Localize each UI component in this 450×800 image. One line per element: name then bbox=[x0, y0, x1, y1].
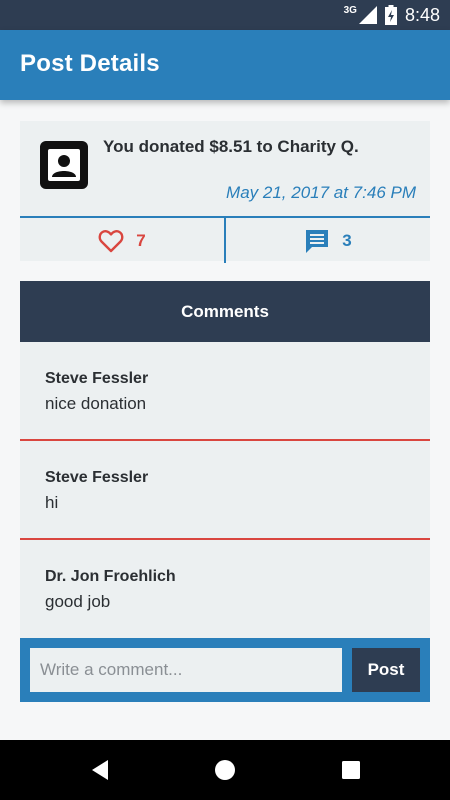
comment-text: nice donation bbox=[45, 394, 147, 413]
comment-icon bbox=[306, 229, 329, 253]
heart-icon bbox=[98, 229, 124, 252]
post-actions: 7 3 bbox=[20, 216, 430, 263]
comment-count: 3 bbox=[342, 230, 352, 250]
person-icon bbox=[48, 149, 80, 181]
comment-item: Dr. Jon Froehlich good job bbox=[20, 540, 430, 637]
page-title: Post Details bbox=[20, 50, 160, 77]
like-button[interactable]: 7 bbox=[20, 218, 224, 263]
comment-composer: Post bbox=[20, 638, 430, 702]
post-button[interactable]: Post bbox=[352, 648, 420, 692]
status-bar: 3G 8:48 bbox=[0, 0, 450, 30]
comment-author: Dr. Jon Froehlich bbox=[45, 568, 176, 585]
home-icon[interactable] bbox=[213, 758, 237, 782]
battery-icon bbox=[384, 5, 397, 25]
recents-icon[interactable] bbox=[339, 758, 363, 782]
back-icon[interactable] bbox=[88, 758, 112, 782]
comment-author: Steve Fessler bbox=[45, 370, 149, 387]
post-timestamp: May 21, 2017 at 7:46 PM bbox=[226, 183, 416, 202]
comments-header: Comments bbox=[20, 281, 430, 342]
post-text: You donated $8.51 to Charity Q. bbox=[103, 137, 359, 156]
post-card: You donated $8.51 to Charity Q. May 21, … bbox=[20, 121, 430, 263]
avatar bbox=[40, 141, 88, 189]
comment-item: Steve Fessler nice donation bbox=[20, 342, 430, 441]
comment-item: Steve Fessler hi bbox=[20, 441, 430, 540]
status-icons: 3G 8:48 bbox=[344, 0, 440, 30]
status-time: 8:48 bbox=[404, 4, 440, 25]
comment-text: hi bbox=[45, 493, 59, 512]
app-bar: Post Details bbox=[0, 30, 450, 100]
comment-text: good job bbox=[45, 592, 111, 611]
comment-button[interactable]: 3 bbox=[224, 218, 430, 263]
comment-input[interactable] bbox=[30, 648, 342, 692]
like-count: 7 bbox=[136, 230, 146, 250]
comment-author: Steve Fessler bbox=[45, 469, 149, 486]
signal-icon bbox=[358, 6, 377, 24]
comments-section: Comments Steve Fessler nice donation Ste… bbox=[20, 281, 430, 638]
navigation-bar bbox=[0, 740, 450, 800]
network-type: 3G bbox=[343, 4, 357, 16]
